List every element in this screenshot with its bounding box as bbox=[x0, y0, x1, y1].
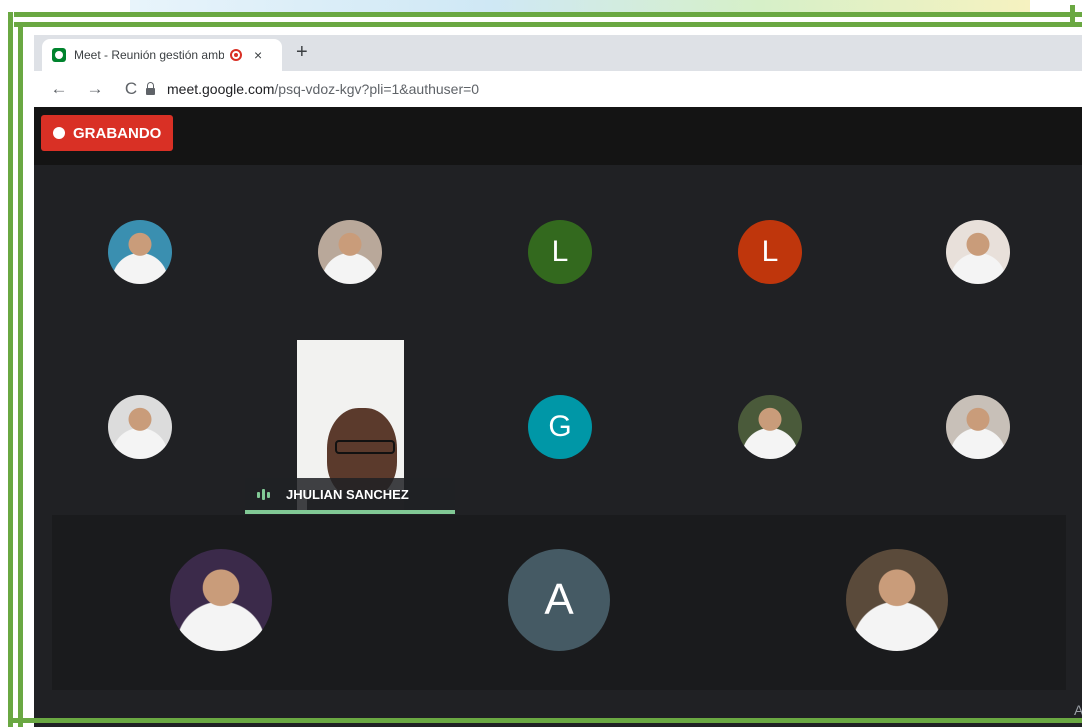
record-dot-icon bbox=[53, 127, 65, 139]
browser-toolbar: ← → C meet.google.com/psq-vdoz-kgv?pli=1… bbox=[34, 71, 1082, 107]
participant-photo-avatar[interactable] bbox=[318, 220, 382, 284]
speaker-name-strip: JHULIAN SANCHEZ bbox=[245, 478, 455, 511]
tab-bar: Meet - Reunión gestión amb × + bbox=[34, 35, 1082, 71]
speaker-glasses bbox=[335, 440, 395, 454]
url-path: /psq-vdoz-kgv?pli=1&authuser=0 bbox=[274, 81, 480, 97]
slide-frame bbox=[14, 22, 1082, 27]
browser-window: Meet - Reunión gestión amb × + ← → C mee… bbox=[34, 35, 1082, 727]
reload-button[interactable]: C bbox=[120, 79, 142, 99]
forward-button[interactable]: → bbox=[84, 79, 106, 99]
tab-title: Meet - Reunión gestión amb bbox=[74, 48, 224, 62]
tab-meet[interactable]: Meet - Reunión gestión amb × bbox=[42, 39, 282, 71]
participant-photo-avatar[interactable] bbox=[946, 220, 1010, 284]
slide-frame bbox=[1070, 5, 1075, 25]
participant-photo-avatar[interactable] bbox=[108, 395, 172, 459]
audio-level-icon bbox=[257, 489, 272, 500]
slide-frame bbox=[8, 12, 13, 727]
participant-photo-avatar[interactable] bbox=[170, 549, 272, 651]
speaker-name: JHULIAN SANCHEZ bbox=[286, 487, 409, 502]
slide-frame bbox=[14, 12, 1082, 17]
url-host: meet.google.com bbox=[167, 81, 275, 97]
meet-favicon-icon bbox=[52, 48, 66, 62]
meet-top-bar: GRABANDO bbox=[34, 107, 1082, 165]
participant-initial-avatar[interactable]: L bbox=[528, 220, 592, 284]
participant-initial-avatar[interactable]: G bbox=[528, 395, 592, 459]
back-button[interactable]: ← bbox=[48, 79, 70, 99]
close-tab-icon[interactable]: × bbox=[254, 47, 262, 63]
recording-label: GRABANDO bbox=[73, 124, 162, 142]
participant-photo-avatar[interactable] bbox=[946, 395, 1010, 459]
recording-tab-icon bbox=[230, 49, 242, 61]
lock-icon[interactable] bbox=[146, 81, 155, 95]
participant-photo-avatar[interactable] bbox=[846, 549, 948, 651]
participant-initial-avatar[interactable]: L bbox=[738, 220, 802, 284]
recording-badge: GRABANDO bbox=[41, 115, 174, 151]
slide-decoration bbox=[130, 0, 1030, 12]
speaking-indicator bbox=[245, 510, 455, 514]
corner-label: A bbox=[1074, 702, 1082, 718]
meet-stage: GRABANDO L L G A JHULIAN SANCHEZ A bbox=[34, 107, 1082, 727]
slide-frame bbox=[8, 718, 1082, 723]
participant-photo-avatar[interactable] bbox=[738, 395, 802, 459]
new-tab-button[interactable]: + bbox=[296, 41, 308, 64]
address-bar[interactable]: meet.google.com/psq-vdoz-kgv?pli=1&authu… bbox=[146, 77, 479, 101]
participant-photo-avatar[interactable] bbox=[108, 220, 172, 284]
participant-initial-avatar[interactable]: A bbox=[508, 549, 610, 651]
slide-frame bbox=[18, 22, 23, 727]
